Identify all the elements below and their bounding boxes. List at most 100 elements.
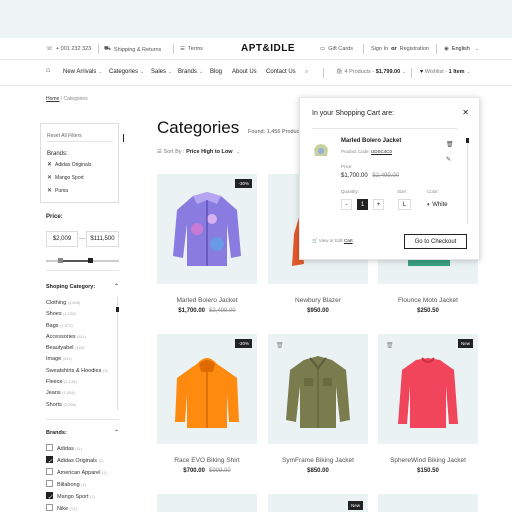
nav-new-arrivals[interactable]: New Arrivals ⌄ (63, 69, 103, 75)
size-select[interactable]: L (398, 199, 411, 210)
close-icon[interactable]: ✕ (47, 175, 52, 181)
breadcrumb-home[interactable]: Home (46, 96, 59, 102)
checkbox[interactable] (46, 504, 53, 512)
category-item[interactable]: Shorts (3,266) (46, 399, 112, 410)
color-select[interactable]: ◐ White (427, 202, 448, 208)
phone-icon: ☏ (46, 46, 53, 52)
product-image[interactable] (378, 494, 478, 512)
product-image[interactable] (157, 494, 257, 512)
color-swatch-icon: ◐ (427, 202, 431, 208)
checkbox[interactable] (46, 468, 53, 476)
category-item[interactable]: Image (311) (46, 353, 112, 364)
brand-item[interactable]: American Apparel (1) (46, 467, 116, 479)
checkbox[interactable] (46, 444, 53, 452)
chevron-up-icon[interactable]: ⌃ (114, 429, 119, 436)
trash-icon[interactable]: 🗑 (386, 342, 394, 349)
sign-in-link[interactable]: Sign In (371, 46, 388, 52)
qty-value[interactable]: 1 (357, 199, 368, 210)
brand-item[interactable]: Adidas (11) (46, 443, 116, 455)
close-icon[interactable]: ✕ (47, 188, 52, 194)
cart-popup: In your Shopping Cart are: ✕ Marled Bole… (299, 97, 480, 260)
qty-decrement-button[interactable]: - (341, 199, 352, 210)
brand-item[interactable]: Mango Sport (1) (46, 491, 116, 504)
wishlist-link[interactable]: ♥ Wishlist - 1 Item ⌄ (420, 69, 471, 75)
cart-icon: 🛒 (312, 238, 318, 243)
price-min-input[interactable]: $2,009 (46, 231, 78, 247)
product-image[interactable]: -30% (157, 174, 257, 284)
product-price: $700.00 $999.00 (183, 468, 231, 474)
cart-item-thumb[interactable] (312, 141, 330, 159)
category-scroll-thumb[interactable] (116, 307, 119, 312)
shipping-link[interactable]: ⛟ Shipping & Returns (104, 46, 161, 53)
cart-summary[interactable]: 🛍 4 Products - $1,799.00 ⌄ (336, 69, 406, 75)
nav-categories[interactable]: Categories ⌄ (109, 69, 144, 75)
brand-list: Adidas (11) Adidas Originals (1) America… (46, 443, 116, 515)
cart-item-name[interactable]: Marled Bolero Jacket (341, 138, 401, 144)
nav-brands[interactable]: Brands ⌄ (178, 69, 203, 75)
category-item[interactable]: Beautyabel (162) (46, 342, 112, 353)
product-name[interactable]: Flounce Moto Jacket (378, 297, 478, 304)
category-item[interactable]: Accessories (811) (46, 331, 112, 342)
product-name[interactable]: Newbury Blazer (268, 297, 368, 304)
close-icon[interactable]: ✕ (462, 108, 469, 117)
close-icon[interactable]: ✕ (47, 162, 52, 168)
search-icon[interactable]: ⌕ (305, 69, 308, 76)
olive-jacket-image (286, 356, 350, 428)
nav-about[interactable]: About Us (232, 69, 257, 75)
register-link[interactable]: Registration (400, 46, 429, 52)
product-name[interactable]: Marled Bolero Jacket (157, 297, 257, 304)
nav-contact[interactable]: Contact Us (266, 69, 296, 75)
sort-select[interactable]: ☰ Sort By : Price High to Low ⌄ (157, 149, 240, 155)
qty-increment-button[interactable]: + (373, 199, 384, 210)
checkbox[interactable] (46, 480, 53, 488)
top-banner (0, 0, 512, 38)
product-name[interactable]: Race EVO Biking Shirt (157, 457, 257, 464)
category-scrollbar[interactable] (117, 297, 118, 410)
price-slider-range (60, 260, 90, 262)
product-name[interactable]: SymFrame Biking Jacket (268, 457, 368, 464)
heart-icon: ♥ (420, 69, 424, 75)
bag-icon: 🛍 (336, 69, 343, 75)
utility-bar: ☏ + 001 232 323 ⛟ Shipping & Returns ☰ Term… (0, 38, 512, 60)
gift-cards-link[interactable]: ▭ Gift Cards (320, 46, 353, 52)
price-slider-handle-max[interactable] (88, 258, 93, 263)
active-filter-chip[interactable]: ✕ Adidas Originals (47, 161, 91, 168)
home-icon[interactable]: ⌂ (46, 67, 50, 74)
nav-sales[interactable]: Sales ⌄ (151, 69, 172, 75)
main-nav: ⌂ New Arrivals ⌄ Categories ⌄ Sales ⌄ Brand… (0, 60, 512, 142)
brand-item[interactable]: Billabong (4) (46, 479, 116, 491)
product-image[interactable]: -20% (157, 334, 257, 444)
checkbox-checked[interactable] (46, 456, 53, 468)
category-item[interactable]: Shoes (1,228) (46, 308, 112, 319)
phone-link[interactable]: ☏ + 001 232 323 (46, 46, 91, 52)
price-max-input[interactable]: $111,500 (86, 231, 119, 247)
brand-item[interactable]: Nike (12) (46, 503, 116, 515)
price-slider-handle-min[interactable] (58, 258, 63, 263)
category-item[interactable]: Clothing (1,825) (46, 297, 112, 308)
checkout-button[interactable]: Go to Checkout (404, 234, 467, 249)
terms-link[interactable]: ☰ Terms (180, 46, 203, 52)
edit-icon[interactable]: ✎ (446, 156, 451, 163)
cart-scrollbar[interactable] (467, 143, 468, 223)
brand-item[interactable]: Adidas Originals (1) (46, 455, 116, 468)
category-item[interactable]: Bags (2,972) (46, 320, 112, 331)
checkbox-checked[interactable] (46, 492, 53, 504)
language-select[interactable]: ◉ English ⌄ (444, 46, 479, 52)
chevron-up-icon[interactable]: ⌃ (114, 283, 119, 290)
product-image[interactable]: 🗑 (268, 334, 368, 444)
reset-filters-link[interactable]: Reset All Filters (47, 133, 82, 139)
cart-item-price: $1,700.00 $2,499.00 (341, 173, 400, 179)
product-name[interactable]: SphereWind Biking Jacket (378, 457, 478, 464)
nav-blog[interactable]: Blog (210, 69, 222, 75)
logo[interactable]: APT&IDLE (241, 43, 295, 54)
active-filter-chip[interactable]: ✕ Puma (47, 187, 68, 194)
category-item[interactable]: Sweatshirts & Hoodies (3) (46, 365, 112, 376)
category-item[interactable]: Fleece (1,139) (46, 376, 112, 387)
view-cart-link[interactable]: 🛒 View or Edit Cart (312, 238, 353, 244)
trash-icon[interactable]: 🗑 (446, 141, 454, 148)
product-image[interactable]: 🗑 New (378, 334, 478, 444)
trash-icon[interactable]: 🗑 (276, 342, 284, 349)
product-image[interactable]: New (268, 494, 368, 512)
active-filter-chip[interactable]: ✕ Mango Sport (47, 174, 84, 181)
category-item[interactable]: Jeans (1,554) (46, 387, 112, 398)
